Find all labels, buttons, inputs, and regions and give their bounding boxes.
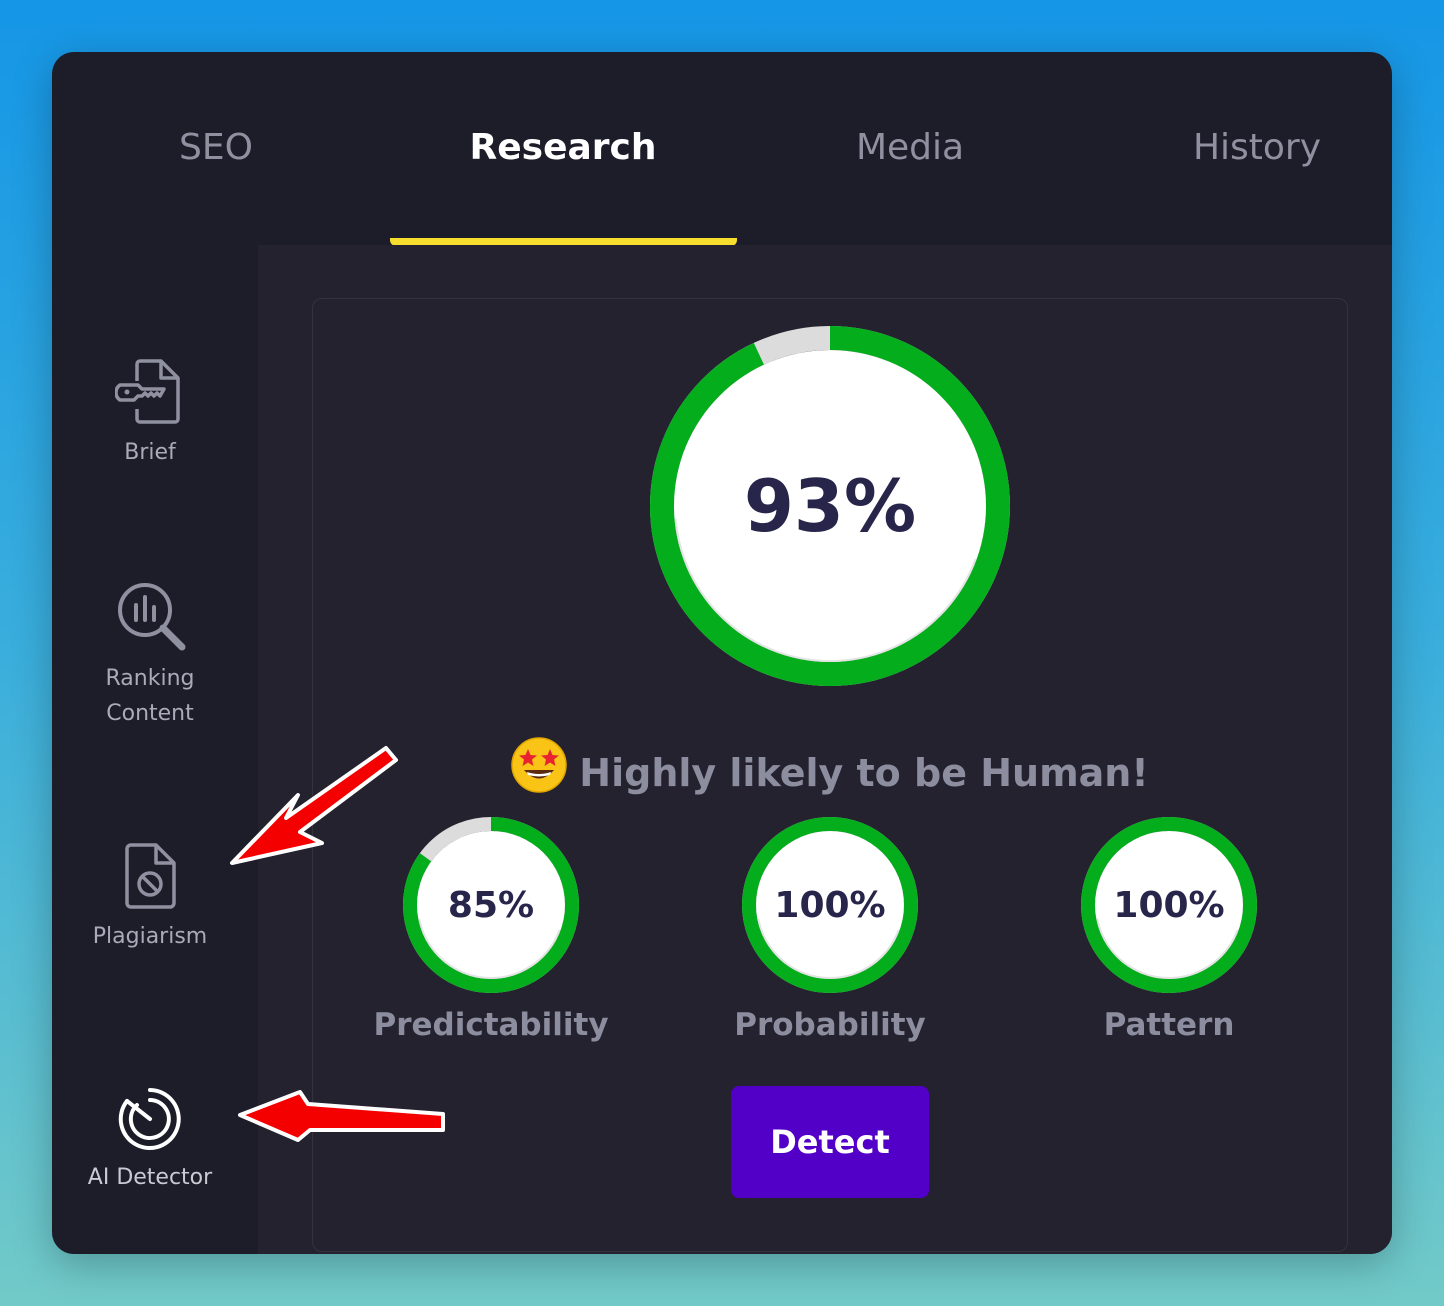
verdict-text-row: Highly likely to be Human! [313, 737, 1347, 810]
overall-score-gauge: 93% [650, 326, 1010, 686]
key-document-icon [115, 359, 180, 424]
predictability-label: Predictability [373, 1007, 609, 1043]
pattern-gauge: 100% [1080, 816, 1258, 994]
overall-score-value: 93% [743, 464, 917, 548]
sidebar-item-brief[interactable]: Brief [52, 357, 248, 470]
detector-target-icon [118, 1088, 181, 1150]
sidebar-item-label: Plagiarism [92, 924, 208, 949]
sidebar-item-ranking-content[interactable]: Ranking Content [52, 577, 248, 731]
tab-seo[interactable]: SEO [66, 122, 366, 174]
top-tab-bar: SEO Research Media History [52, 52, 1392, 246]
star-struck-emoji [511, 737, 568, 806]
sidebar-item-label: Brief [124, 440, 176, 465]
probability-label: Probability [734, 1007, 926, 1043]
ai-detector-panel: 93% Highly likely to be Human! 85% 100% … [312, 298, 1348, 1252]
verdict-label: Highly likely to be Human! [579, 751, 1149, 795]
chart-magnifier-icon [118, 583, 186, 651]
sidebar-bottom [52, 1234, 258, 1254]
predictability-value: 85% [447, 884, 535, 926]
predictability-gauge: 85% [402, 816, 580, 994]
document-blocked-icon [125, 843, 176, 909]
sidebar-item-label: AI Detector [87, 1165, 213, 1190]
tab-history[interactable]: History [1107, 122, 1392, 174]
sidebar-item-ai-detector[interactable]: AI Detector [52, 1086, 248, 1195]
sidebar: Brief Ranking Content Plagiarism [52, 245, 258, 1044]
tab-research[interactable]: Research [413, 122, 713, 174]
app-window: SEO Research Media History Brief Ranking… [52, 52, 1392, 1254]
probability-gauge: 100% [741, 816, 919, 994]
pattern-label: Pattern [1103, 1007, 1235, 1043]
tab-media[interactable]: Media [760, 122, 1060, 174]
main-content: 93% Highly likely to be Human! 85% 100% … [258, 245, 1392, 1254]
sidebar-item-plagiarism[interactable]: Plagiarism [52, 841, 248, 954]
pattern-value: 100% [1113, 884, 1225, 926]
sidebar-item-label: Ranking Content [105, 666, 195, 726]
detect-button[interactable]: Detect [731, 1086, 929, 1198]
probability-value: 100% [774, 884, 886, 926]
